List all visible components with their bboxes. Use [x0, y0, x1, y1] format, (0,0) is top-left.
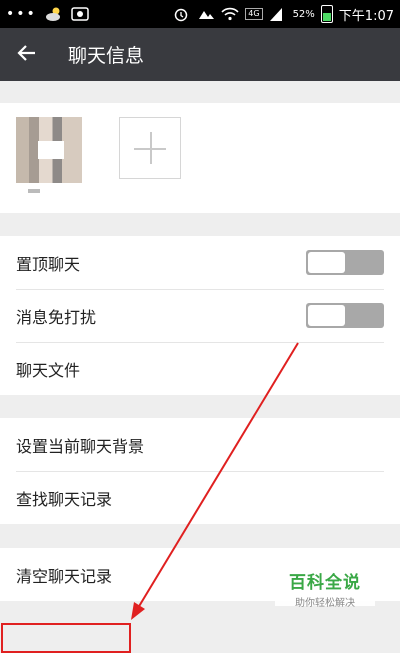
battery-icon	[320, 5, 333, 23]
member-section	[0, 103, 400, 213]
pin-chat-row[interactable]: 置顶聊天	[0, 236, 400, 289]
alarm-icon	[173, 6, 191, 22]
settings-group-2: 设置当前聊天背景 查找聊天记录	[0, 418, 400, 524]
signal-icon	[269, 6, 287, 22]
watermark: 百科全说 助你轻松解决	[275, 562, 375, 609]
pin-chat-toggle[interactable]	[306, 250, 384, 275]
page-title: 聊天信息	[68, 45, 145, 67]
back-button[interactable]	[0, 28, 54, 81]
settings-group-1: 置顶聊天 消息免打扰 聊天文件	[0, 236, 400, 395]
search-history-label: 查找聊天记录	[16, 489, 113, 509]
annotation-highlight-box	[1, 623, 131, 653]
battery-percent: 52%	[292, 8, 315, 20]
chat-background-row[interactable]: 设置当前聊天背景	[0, 418, 400, 471]
network-type: 4G	[245, 8, 263, 20]
weather-icon	[45, 6, 63, 22]
status-bar: ••• 4G 52% 下午1:07	[0, 0, 400, 28]
mute-notifications-label: 消息免打扰	[16, 307, 97, 327]
app-bar: 聊天信息	[0, 28, 400, 81]
mute-notifications-row[interactable]: 消息免打扰	[0, 289, 400, 342]
wifi-icon	[221, 6, 239, 22]
member-avatar[interactable]	[16, 117, 82, 183]
arrow-left-icon	[17, 43, 37, 67]
member-name	[28, 189, 40, 193]
chat-files-row[interactable]: 聊天文件	[0, 342, 400, 395]
watermark-title: 百科全说	[289, 573, 361, 593]
search-history-row[interactable]: 查找聊天记录	[0, 471, 400, 524]
chat-files-label: 聊天文件	[16, 360, 81, 380]
screenshot-icon	[71, 6, 89, 22]
chat-background-label: 设置当前聊天背景	[16, 436, 145, 456]
mute-notifications-toggle[interactable]	[306, 303, 384, 328]
cloud-icon	[197, 6, 215, 22]
pin-chat-label: 置顶聊天	[16, 254, 81, 274]
add-member-button[interactable]	[119, 117, 181, 179]
notification-dots: •••	[6, 6, 37, 22]
clock: 下午1:07	[338, 8, 394, 24]
watermark-subtitle: 助你轻松解决	[295, 598, 355, 609]
clear-history-label: 清空聊天记录	[16, 566, 113, 586]
